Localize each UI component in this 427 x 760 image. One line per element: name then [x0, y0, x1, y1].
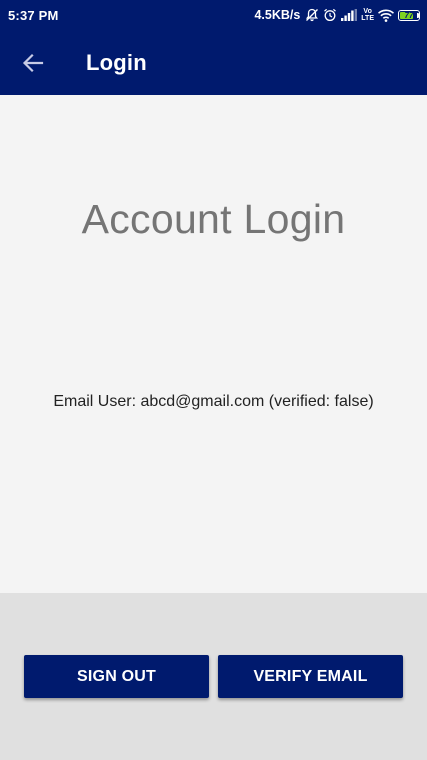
arrow-back-icon: [22, 52, 44, 74]
notifications-off-icon: [305, 6, 319, 24]
back-button[interactable]: [14, 44, 52, 82]
app-bar: Login: [0, 30, 427, 95]
status-bar: 5:37 PM 4.5KB/s Vo LTE 77: [0, 0, 427, 30]
battery-icon: 77: [398, 6, 420, 24]
wifi-icon: [378, 6, 394, 24]
login-screen: 5:37 PM 4.5KB/s Vo LTE 77 Login Account …: [0, 0, 427, 760]
signal-icon: [341, 6, 358, 24]
action-panel: SIGN OUT VERIFY EMAIL: [0, 593, 427, 760]
sign-out-button[interactable]: SIGN OUT: [24, 655, 209, 698]
battery-level: 77: [404, 10, 414, 20]
user-status-text: Email User: abcd@gmail.com (verified: fa…: [53, 393, 374, 410]
battery-body: 77: [398, 9, 420, 21]
volte-icon: Vo LTE: [361, 6, 374, 24]
lte-label: LTE: [361, 15, 374, 22]
status-time: 5:37 PM: [8, 8, 59, 23]
status-indicators: 4.5KB/s Vo LTE 77: [254, 6, 420, 24]
alarm-icon: [323, 6, 337, 24]
main-content: Account Login Email User: abcd@gmail.com…: [0, 95, 427, 593]
network-speed: 4.5KB/s: [254, 8, 301, 22]
volte-label: Vo: [363, 8, 372, 15]
page-title: Account Login: [81, 196, 346, 242]
verify-email-button[interactable]: VERIFY EMAIL: [218, 655, 403, 698]
app-bar-title: Login: [86, 50, 147, 75]
